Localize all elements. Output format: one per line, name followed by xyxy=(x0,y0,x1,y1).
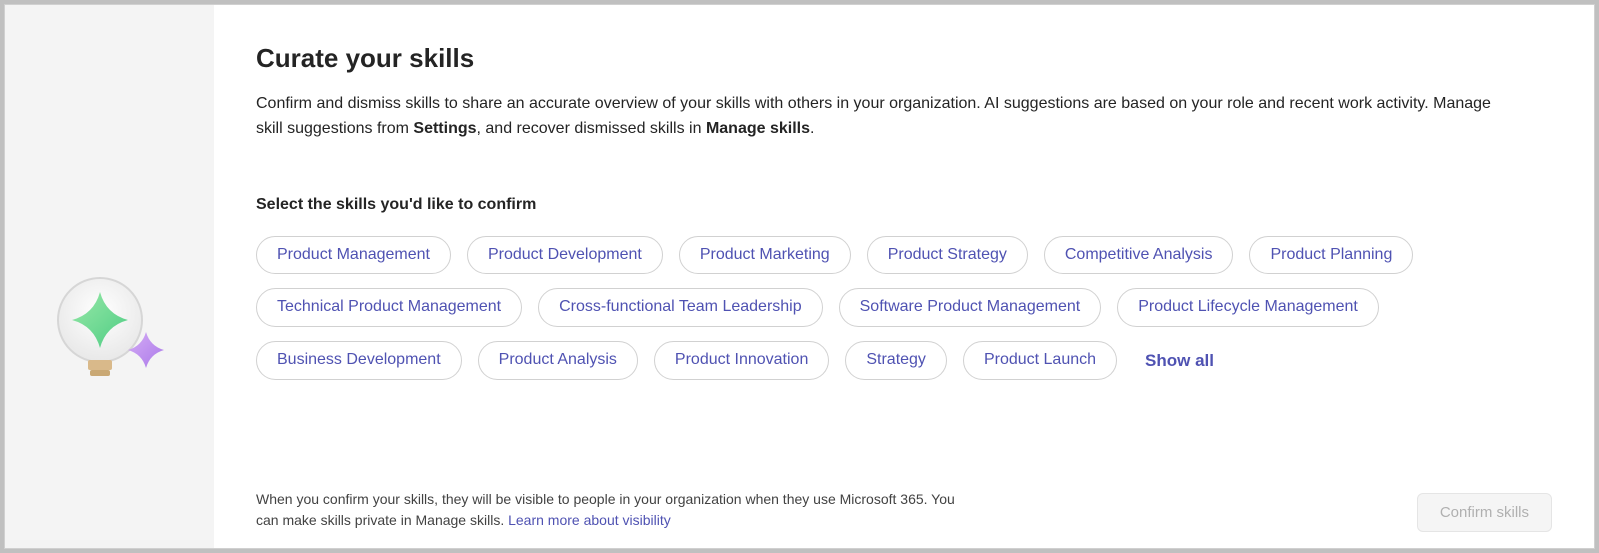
skill-chip[interactable]: Product Planning xyxy=(1249,236,1413,275)
skill-chip[interactable]: Strategy xyxy=(845,341,947,380)
manage-skills-link-word: Manage skills xyxy=(706,120,810,137)
skill-chip[interactable]: Software Product Management xyxy=(839,288,1102,327)
skill-chip[interactable]: Product Analysis xyxy=(478,341,638,380)
sidebar xyxy=(5,5,214,548)
skill-chip[interactable]: Product Strategy xyxy=(867,236,1028,275)
lightbulb-sparkle-icon xyxy=(50,272,170,412)
skill-chip[interactable]: Product Marketing xyxy=(679,236,851,275)
skill-chip[interactable]: Product Launch xyxy=(963,341,1117,380)
skill-chip[interactable]: Product Lifecycle Management xyxy=(1117,288,1379,327)
confirm-skills-button[interactable]: Confirm skills xyxy=(1417,493,1552,532)
skill-chip[interactable]: Technical Product Management xyxy=(256,288,522,327)
visibility-note: When you confirm your skills, they will … xyxy=(256,489,956,532)
skill-chip[interactable]: Product Management xyxy=(256,236,451,275)
skill-chip[interactable]: Cross-functional Team Leadership xyxy=(538,288,823,327)
description-mid: , and recover dismissed skills in xyxy=(477,120,706,137)
curate-skills-panel: Curate your skills Confirm and dismiss s… xyxy=(4,4,1595,549)
description-text: Confirm and dismiss skills to share an a… xyxy=(256,92,1516,142)
skill-chip[interactable]: Product Innovation xyxy=(654,341,829,380)
description-post: . xyxy=(810,120,814,137)
main-content: Curate your skills Confirm and dismiss s… xyxy=(214,5,1594,548)
skill-chip[interactable]: Competitive Analysis xyxy=(1044,236,1234,275)
page-title: Curate your skills xyxy=(256,43,1552,74)
skills-chip-group: Product Management Product Development Pro… xyxy=(256,236,1516,380)
skill-chip[interactable]: Business Development xyxy=(256,341,462,380)
footer-row: When you confirm your skills, they will … xyxy=(256,489,1552,532)
settings-link-word: Settings xyxy=(413,120,476,137)
learn-more-visibility-link[interactable]: Learn more about visibility xyxy=(508,512,671,528)
select-skills-label: Select the skills you'd like to confirm xyxy=(256,196,1552,214)
skill-chip[interactable]: Product Development xyxy=(467,236,663,275)
show-all-link[interactable]: Show all xyxy=(1145,351,1214,371)
